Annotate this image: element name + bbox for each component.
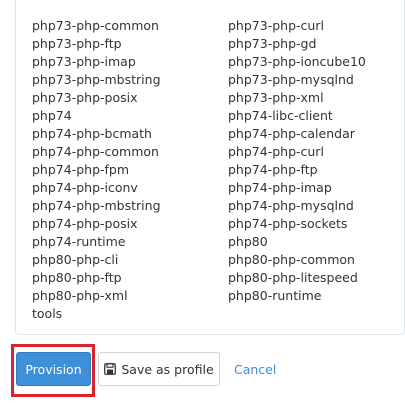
package-item: php74-php-mbstring xyxy=(32,198,161,213)
package-item: php80-runtime xyxy=(228,288,322,303)
package-item: php74 xyxy=(32,108,72,123)
package-item: php74-php-bcmath xyxy=(32,126,152,141)
save-as-profile-button[interactable]: Save as profile xyxy=(98,352,220,386)
package-item: php73-php-mysqlnd xyxy=(228,72,354,87)
action-bar: Provision Save as profile Cancel xyxy=(0,344,405,399)
package-item: php74-php-curl xyxy=(228,144,324,159)
package-item: php73-php-ftp xyxy=(32,36,122,51)
package-item: php73-php-imap xyxy=(32,54,136,69)
package-item: php74-php-mysqlnd xyxy=(228,198,354,213)
package-item: php74-php-common xyxy=(32,144,159,159)
package-item: php74-php-fpm xyxy=(32,162,130,177)
package-item: php80-php-cli xyxy=(32,252,119,267)
package-column-right: php73-php-curl php73-php-gd php73-php-ionc… xyxy=(228,17,366,305)
package-item: php74-php-calendar xyxy=(228,126,355,141)
package-item: php74-runtime xyxy=(32,234,126,249)
package-item: php80-php-xml xyxy=(32,288,128,303)
package-column-left: php73-php-common php73-php-ftp php73-php-i… xyxy=(32,17,161,323)
provision-button-label: Provision xyxy=(25,361,82,377)
package-item: php74-php-sockets xyxy=(228,216,348,231)
package-item: php80-php-litespeed xyxy=(228,270,358,285)
package-item: php73-php-mbstring xyxy=(32,72,161,87)
cancel-label: Cancel xyxy=(234,361,277,377)
package-item: php73-php-curl xyxy=(228,18,324,33)
cancel-link[interactable]: Cancel xyxy=(230,352,280,386)
package-item: php74-php-iconv xyxy=(32,180,138,195)
package-item: php73-php-xml xyxy=(228,90,324,105)
package-item: php74-libc-client xyxy=(228,108,333,123)
package-item: php73-php-common xyxy=(32,18,159,33)
package-item: php80-php-common xyxy=(228,252,355,267)
package-item: php74-php-imap xyxy=(228,180,332,195)
floppy-disk-icon xyxy=(104,363,117,375)
provision-button[interactable]: Provision xyxy=(16,352,91,386)
package-item: php80 xyxy=(228,234,268,249)
package-item: php73-php-posix xyxy=(32,90,138,105)
package-item: php73-php-ioncube10 xyxy=(228,54,366,69)
package-item: php74-php-posix xyxy=(32,216,138,231)
package-list-panel: php73-php-common php73-php-ftp php73-php-i… xyxy=(15,0,405,335)
package-item: tools xyxy=(32,306,63,321)
package-item: php80-php-ftp xyxy=(32,270,122,285)
package-item: php74-php-ftp xyxy=(228,162,318,177)
package-item: php73-php-gd xyxy=(228,36,317,51)
save-as-profile-label: Save as profile xyxy=(121,361,214,377)
